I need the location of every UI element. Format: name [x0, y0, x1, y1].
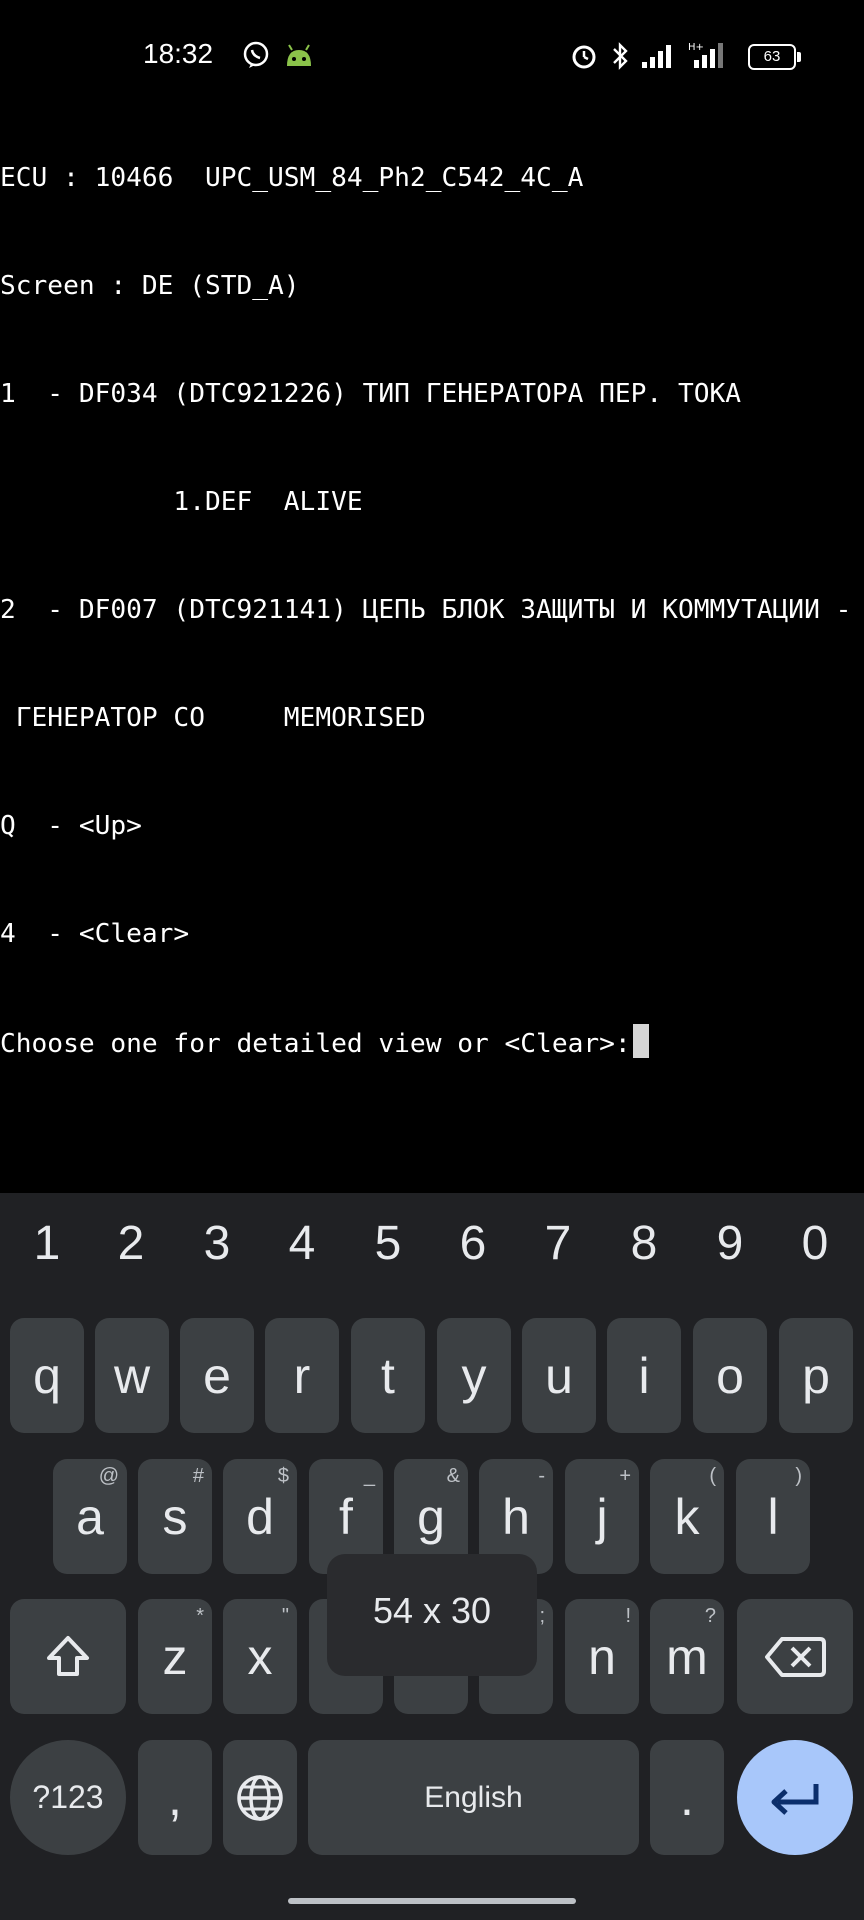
enter-key[interactable] [737, 1740, 853, 1855]
enter-icon [771, 1783, 819, 1815]
android-robot-icon [287, 44, 311, 66]
terminal-line-clear: 4 - <Clear> [0, 919, 190, 949]
key-j[interactable]: j + [565, 1459, 639, 1574]
keyboard-size-popup: 54 x 30 [327, 1554, 537, 1676]
backspace-key[interactable] [737, 1599, 853, 1714]
key-z[interactable]: z * [138, 1599, 212, 1714]
period-key[interactable]: . [650, 1740, 724, 1855]
terminal-output[interactable]: ECU : 10466 UPC_USM_84_Ph2_C542_4C_A Scr… [0, 88, 864, 1096]
signal-hplus-icon: H+ [688, 42, 723, 68]
key-6[interactable]: 6 [430, 1213, 516, 1275]
comma-key[interactable]: , [138, 1740, 212, 1855]
terminal-line-screen: Screen : DE (STD_A) [0, 271, 300, 301]
key-a[interactable]: a @ [53, 1459, 127, 1574]
terminal-prompt-line: Choose one for detailed view or <Clear>: [0, 1024, 864, 1060]
key-l[interactable]: l) [736, 1459, 810, 1574]
language-key[interactable] [223, 1740, 297, 1855]
key-r[interactable]: r [265, 1318, 339, 1433]
key-5[interactable]: 5 [345, 1213, 431, 1275]
key-1[interactable]: 1 [4, 1213, 90, 1275]
terminal-prompt: Choose one for detailed view or <Clear>: [0, 1029, 631, 1059]
alarm-icon [572, 45, 596, 69]
globe-icon [237, 1774, 283, 1821]
key-3[interactable]: 3 [174, 1213, 260, 1275]
key-i[interactable]: i [607, 1318, 681, 1433]
space-bar[interactable]: English [308, 1740, 639, 1855]
shift-icon [47, 1635, 89, 1676]
bluetooth-icon [613, 42, 628, 70]
key-p[interactable]: p [779, 1318, 853, 1433]
signal-icon [642, 45, 671, 68]
key-e[interactable]: e [180, 1318, 254, 1433]
key-d[interactable]: d $ [223, 1459, 297, 1574]
key-n[interactable]: n! [565, 1599, 639, 1714]
terminal-line-up: Q - <Up> [0, 811, 142, 841]
key-2[interactable]: 2 [88, 1213, 174, 1275]
key-u[interactable]: u [522, 1318, 596, 1433]
text-cursor [632, 1024, 649, 1058]
key-8[interactable]: 8 [601, 1213, 687, 1275]
key-o[interactable]: o [693, 1318, 767, 1433]
home-gesture-handle[interactable] [288, 1898, 576, 1904]
key-0[interactable]: 0 [772, 1213, 858, 1275]
key-x[interactable]: x " [223, 1599, 297, 1714]
svg-text:H+: H+ [688, 42, 704, 53]
symbols-key[interactable]: ?123 [10, 1740, 126, 1855]
key-q[interactable]: q [10, 1318, 84, 1433]
key-m[interactable]: m? [650, 1599, 724, 1714]
terminal-line-dtc1: 1 - DF034 (DTC921226) ТИП ГЕНЕРАТОРА ПЕР… [0, 379, 742, 409]
key-9[interactable]: 9 [687, 1213, 773, 1275]
viber-icon [243, 41, 269, 68]
key-7[interactable]: 7 [515, 1213, 601, 1275]
backspace-icon [765, 1636, 826, 1677]
navigation-bar [0, 1880, 864, 1920]
terminal-line-dtc2: 2 - DF007 (DTC921141) ЦЕПЬ БЛОК ЗАЩИТЫ И… [0, 595, 852, 625]
terminal-line-dtc2-status: ГЕНЕРАТОР CO MEMORISED [0, 703, 426, 733]
key-w[interactable]: w [95, 1318, 169, 1433]
key-k[interactable]: k( [650, 1459, 724, 1574]
key-y[interactable]: y [437, 1318, 511, 1433]
terminal-line-ecu: ECU : 10466 UPC_USM_84_Ph2_C542_4C_A [0, 163, 584, 193]
key-s[interactable]: s # [138, 1459, 212, 1574]
status-bar: 18:32 H+ 63 [0, 0, 864, 96]
number-row: 1 2 3 4 5 6 7 8 9 0 [0, 1213, 864, 1275]
battery-icon: 63 [748, 44, 801, 70]
key-4[interactable]: 4 [259, 1213, 345, 1275]
status-time: 18:32 [143, 38, 214, 69]
shift-key[interactable] [10, 1599, 126, 1714]
terminal-line-dtc1-status: 1.DEF ALIVE [0, 487, 363, 517]
key-t[interactable]: t [351, 1318, 425, 1433]
